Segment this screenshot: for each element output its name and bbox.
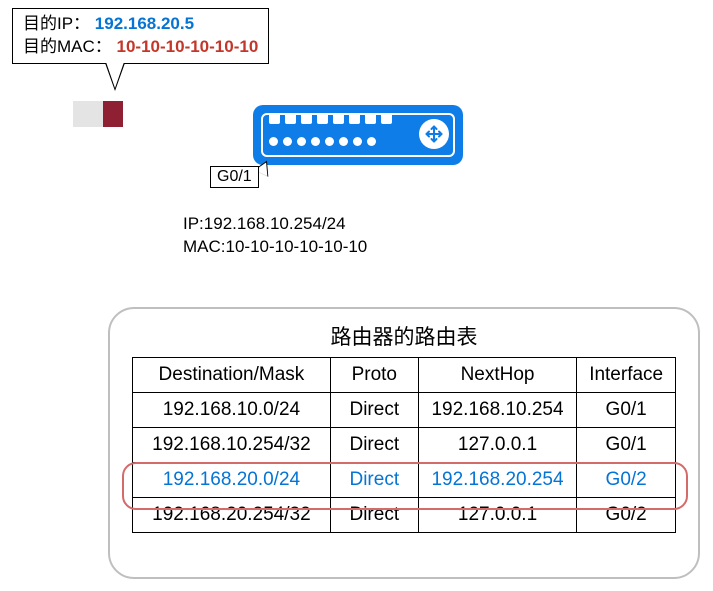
cell-nexthop: 192.168.10.254 bbox=[418, 393, 577, 428]
dest-callout: 目的IP： 192.168.20.5 目的MAC： 10-10-10-10-10… bbox=[12, 8, 269, 64]
cell-iface: G0/2 bbox=[577, 463, 676, 498]
packet-header bbox=[103, 101, 123, 127]
cell-dest: 192.168.20.0/24 bbox=[133, 463, 331, 498]
router-body bbox=[261, 113, 455, 157]
iface-name: G0/1 bbox=[210, 166, 259, 188]
router-ports-bottom bbox=[269, 137, 376, 146]
table-row: 192.168.20.254/32Direct127.0.0.1G0/2 bbox=[133, 498, 676, 533]
table-row: 192.168.10.254/32Direct127.0.0.1G0/1 bbox=[133, 428, 676, 463]
routing-table-title: 路由器的路由表 bbox=[132, 321, 676, 351]
dest-ip-label: 目的IP： bbox=[23, 14, 90, 33]
dest-mac-value: 10-10-10-10-10-10 bbox=[117, 37, 259, 56]
routing-arrows-icon bbox=[419, 119, 449, 149]
dest-mac-label: 目的MAC： bbox=[23, 37, 112, 56]
iface-mac: MAC:10-10-10-10-10-10 bbox=[183, 236, 367, 259]
router-ports-top bbox=[269, 113, 392, 124]
cell-proto: Direct bbox=[330, 428, 418, 463]
col-proto: Proto bbox=[330, 358, 418, 393]
iface-ip: IP:192.168.10.254/24 bbox=[183, 213, 367, 236]
col-dest: Destination/Mask bbox=[133, 358, 331, 393]
packet-payload bbox=[73, 101, 103, 127]
routing-table: Destination/Mask Proto NextHop Interface… bbox=[132, 357, 676, 533]
routing-table-panel: 路由器的路由表 Destination/Mask Proto NextHop I… bbox=[108, 307, 700, 579]
col-iface: Interface bbox=[577, 358, 676, 393]
router-icon bbox=[253, 105, 463, 165]
cell-nexthop: 127.0.0.1 bbox=[418, 498, 577, 533]
cell-dest: 192.168.20.254/32 bbox=[133, 498, 331, 533]
cell-dest: 192.168.10.0/24 bbox=[133, 393, 331, 428]
table-header-row: Destination/Mask Proto NextHop Interface bbox=[133, 358, 676, 393]
cell-proto: Direct bbox=[330, 463, 418, 498]
cell-nexthop: 192.168.20.254 bbox=[418, 463, 577, 498]
cell-dest: 192.168.10.254/32 bbox=[133, 428, 331, 463]
callout-tail bbox=[105, 63, 125, 91]
table-row: 192.168.20.0/24Direct192.168.20.254G0/2 bbox=[133, 463, 676, 498]
cell-proto: Direct bbox=[330, 393, 418, 428]
table-row: 192.168.10.0/24Direct192.168.10.254G0/1 bbox=[133, 393, 676, 428]
cell-nexthop: 127.0.0.1 bbox=[418, 428, 577, 463]
col-nexthop: NextHop bbox=[418, 358, 577, 393]
packet-icon bbox=[73, 101, 123, 127]
cell-iface: G0/1 bbox=[577, 428, 676, 463]
cell-proto: Direct bbox=[330, 498, 418, 533]
cell-iface: G0/1 bbox=[577, 393, 676, 428]
cell-iface: G0/2 bbox=[577, 498, 676, 533]
iface-info: IP:192.168.10.254/24 MAC:10-10-10-10-10-… bbox=[183, 213, 367, 259]
dest-ip-value: 192.168.20.5 bbox=[95, 14, 194, 33]
